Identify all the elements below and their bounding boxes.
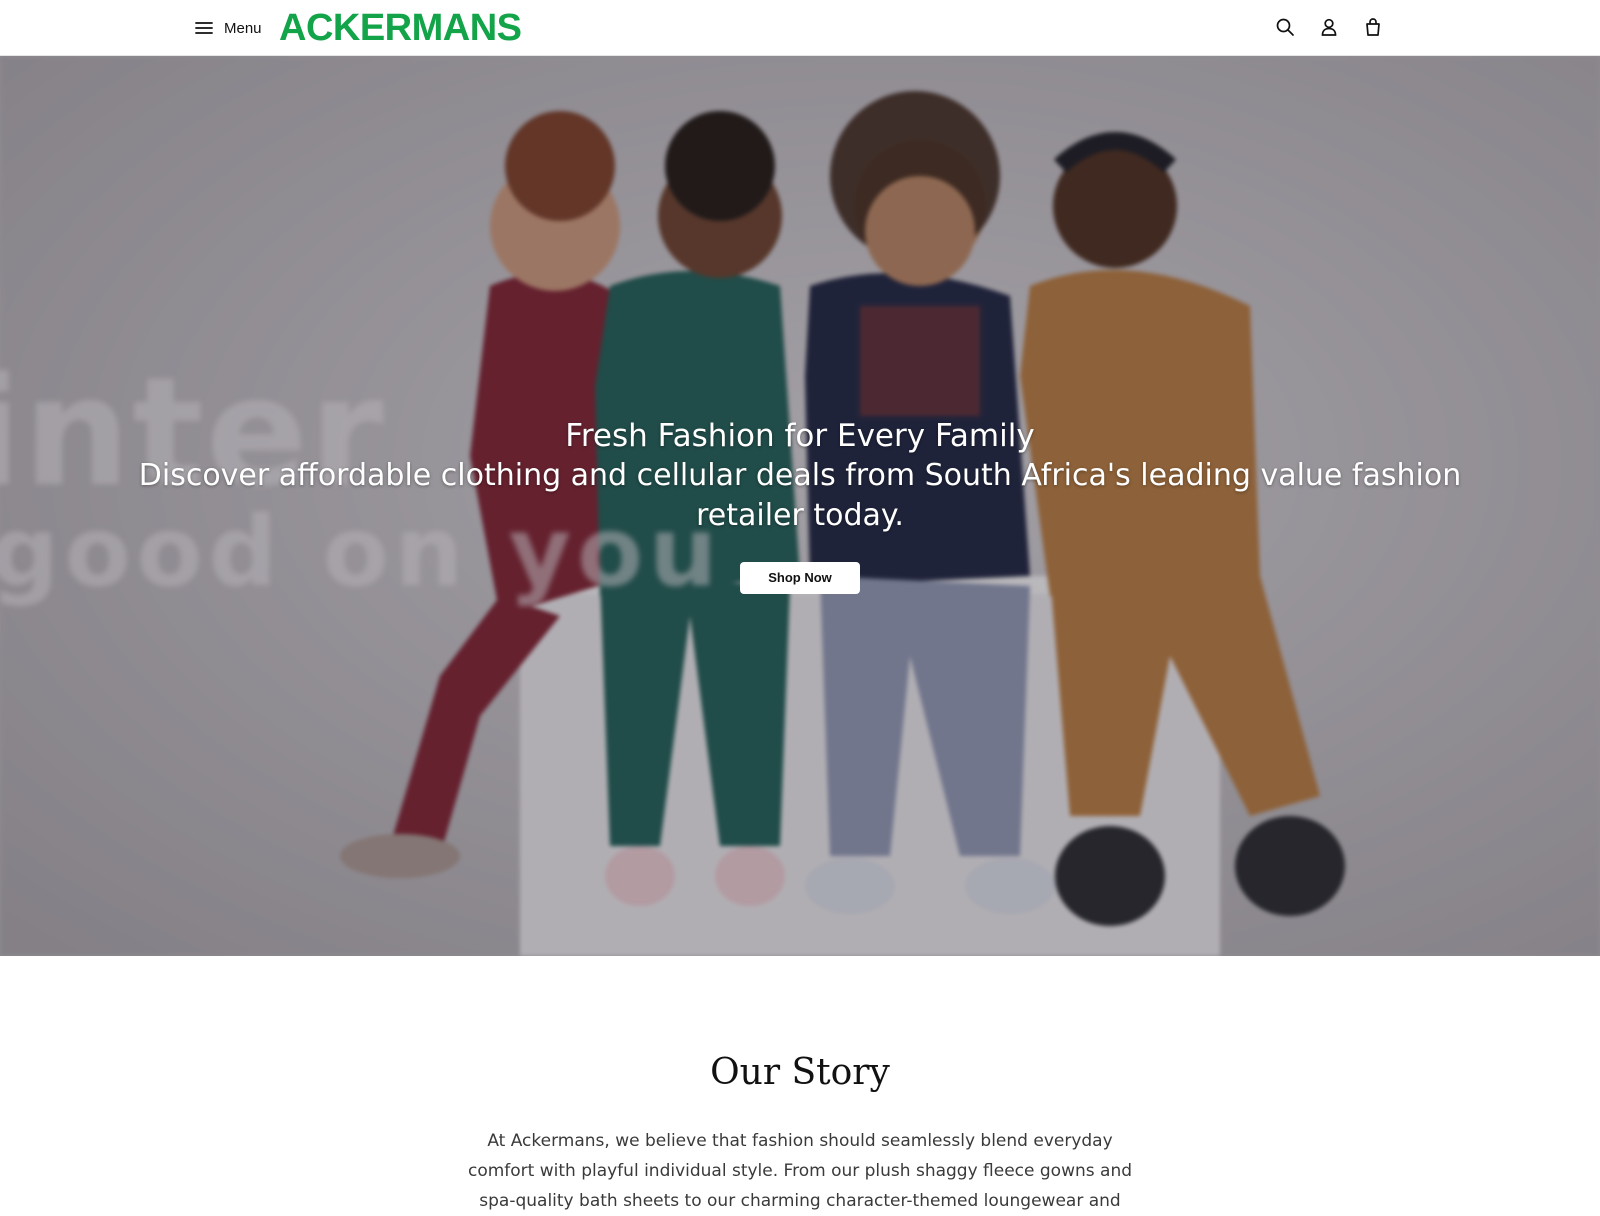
menu-icon <box>195 22 213 34</box>
account-icon <box>1321 18 1337 36</box>
hero-subtitle: Discover affordable clothing and cellula… <box>138 458 1462 533</box>
site-header: Menu ACKERMANS <box>0 0 1600 56</box>
account-button[interactable] <box>1318 16 1340 38</box>
header-actions <box>1274 16 1384 38</box>
cart-button[interactable] <box>1362 16 1384 38</box>
hero-title: Fresh Fashion for Every Family <box>565 418 1035 454</box>
search-button[interactable] <box>1274 16 1296 38</box>
our-story-section: Our Story At Ackermans, we believe that … <box>0 956 1600 1211</box>
hero-banner: inter good on you Fresh Fashion for Ever… <box>0 56 1600 956</box>
story-title: Our Story <box>710 1052 890 1093</box>
hero-content: Fresh Fashion for Every Family Discover … <box>0 416 1600 594</box>
ackermans-logo[interactable]: ACKERMANS <box>279 6 522 50</box>
bag-icon <box>1366 18 1380 36</box>
menu-button[interactable]: Menu <box>194 14 262 42</box>
menu-label: Menu <box>224 19 262 37</box>
search-icon <box>1276 18 1294 36</box>
story-body: At Ackermans, we believe that fashion sh… <box>467 1131 1133 1211</box>
shop-now-button[interactable]: Shop Now <box>740 562 860 594</box>
